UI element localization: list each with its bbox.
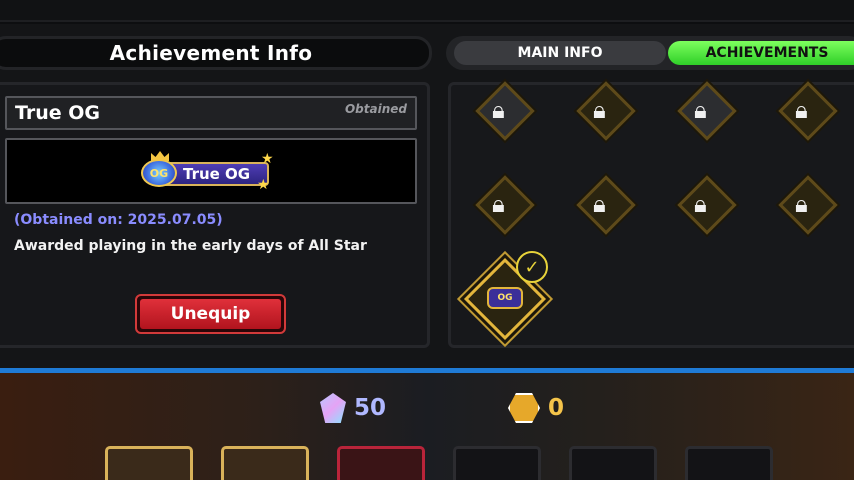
achievement-frame — [475, 81, 535, 141]
achievement-info-header: Achievement Info — [0, 36, 432, 70]
achievement-slot[interactable]: 🔒︎ — [462, 175, 546, 240]
achievement-title-box: True OG Obtained — [5, 96, 417, 130]
tab-achievements[interactable]: ACHIEVEMENTS — [668, 41, 854, 65]
lock-icon: 🔒︎ — [795, 96, 808, 124]
achievement-frame — [475, 175, 535, 235]
gems-value: 50 — [354, 395, 387, 421]
lock-icon: 🔒︎ — [694, 190, 707, 218]
tab-main-info[interactable]: MAIN INFO — [454, 41, 666, 65]
achievement-frame — [778, 175, 838, 235]
tab-bar: MAIN INFO ACHIEVEMENTS — [446, 36, 854, 70]
achievement-slot[interactable]: 🔒︎ — [664, 81, 748, 146]
coins-counter: 0 — [508, 392, 564, 424]
unequip-button[interactable]: Unequip — [135, 294, 286, 334]
achievement-slot[interactable]: 🔒︎ — [563, 81, 647, 146]
og-badge-icon: OG — [487, 287, 523, 309]
achievement-frame — [677, 175, 737, 235]
unit-slot[interactable] — [453, 446, 541, 480]
unequip-button-face[interactable]: Unequip — [140, 299, 281, 329]
achievement-frame — [576, 81, 636, 141]
achievement-info-title: Achievement Info — [109, 41, 313, 65]
true-og-badge: True OG OG ★ ★ — [139, 151, 275, 193]
gems-counter: 50 — [320, 392, 386, 424]
crown-icon — [151, 151, 169, 161]
unit-slot[interactable] — [685, 446, 773, 480]
og-emblem-icon: OG — [141, 159, 177, 187]
lock-icon: 🔒︎ — [492, 190, 505, 218]
lock-icon: 🔒︎ — [593, 96, 606, 124]
achievement-slot[interactable]: 🔒︎ — [765, 175, 849, 240]
badge-preview: True OG OG ★ ★ — [5, 138, 417, 204]
star-icon: ★ — [257, 177, 270, 193]
lock-icon: 🔒︎ — [694, 96, 707, 124]
lock-icon: 🔒︎ — [593, 190, 606, 218]
unit-slot[interactable] — [569, 446, 657, 480]
coins-value: 0 — [548, 395, 565, 421]
achievement-slot[interactable]: 🔒︎ — [765, 81, 849, 146]
badge-pill: True OG — [161, 162, 269, 186]
lock-icon: 🔒︎ — [795, 190, 808, 218]
obtained-date: (Obtained on: 2025.07.05) — [14, 212, 223, 228]
lock-icon: 🔒︎ — [492, 96, 505, 124]
badge-label: True OG — [183, 165, 251, 183]
unit-slot[interactable] — [105, 446, 193, 480]
unit-slot[interactable] — [337, 446, 425, 480]
unequip-label: Unequip — [170, 304, 251, 324]
achievement-status: Obtained — [344, 102, 407, 116]
checkmark-icon: ✓ — [516, 251, 548, 283]
achievement-name: True OG — [15, 102, 101, 124]
achievement-slot[interactable]: 🔒︎ — [664, 175, 748, 240]
unit-slot[interactable] — [221, 446, 309, 480]
star-icon: ★ — [261, 151, 274, 167]
achievement-description: Awarded playing in the early days of All… — [14, 238, 367, 254]
achievement-slot[interactable]: 🔒︎ — [462, 81, 546, 146]
achievement-frame — [778, 81, 838, 141]
achievement-slot[interactable]: 🔒︎ — [563, 175, 647, 240]
achievement-frame — [677, 81, 737, 141]
achievement-frame — [576, 175, 636, 235]
gem-icon — [320, 393, 346, 423]
top-bar — [0, 0, 854, 22]
coin-icon — [508, 393, 540, 423]
